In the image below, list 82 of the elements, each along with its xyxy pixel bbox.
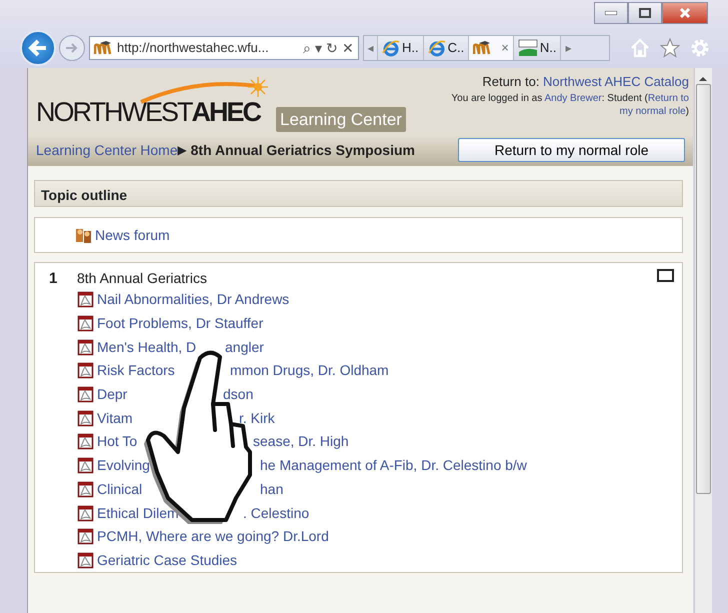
return-label: Return to: [482,74,540,89]
catalog-link[interactable]: Northwest AHEC Catalog [543,74,689,89]
breadcrumb-link[interactable]: Learning Center Home [36,140,178,160]
site-subtitle: Learning Center [276,106,406,132]
pdf-file-icon [77,480,94,498]
maximize-icon [639,8,651,18]
resource-link[interactable]: han [260,478,284,500]
resource-link[interactable]: Men's Health, D [97,336,196,358]
resource-link[interactable]: Foot Problems, Dr Stauffer [97,313,264,334]
return-role-button[interactable]: Return to my normal role [458,138,685,162]
tab-close-button[interactable]: × [501,38,509,58]
back-arrow-icon [28,39,48,57]
minimize-icon [605,11,617,15]
breadcrumb-separator: ▶ [178,142,187,159]
scrollbar[interactable] [694,68,712,613]
site-icon [473,41,492,55]
login-text: : Student ( [602,92,648,104]
pdf-file-icon [77,362,94,380]
resource-link[interactable]: Hot To [97,431,138,452]
pdf-file-icon [77,457,94,474]
resource-link[interactable]: Risk Factors [97,360,175,382]
resource-link[interactable]: r. Kirk [239,408,275,429]
resource-link[interactable]: Depr [97,384,128,406]
stop-icon[interactable]: ✕ [342,41,354,55]
section-number: 1 [48,269,58,289]
resource-link[interactable]: Evolving [97,455,150,476]
resource-link[interactable]: angler [225,336,264,358]
resource-link[interactable]: he Management of A-Fib, Dr. Celestino b/w [260,455,527,476]
back-button[interactable] [20,30,56,66]
pdf-file-icon [77,504,94,522]
logo-text: NORTHWEST [36,99,192,126]
forward-button[interactable] [59,35,85,61]
forward-arrow-icon [65,42,79,54]
browser-tab[interactable]: C.. [424,36,470,60]
forum-icon [75,226,92,244]
resource-link[interactable]: Ethical Dilem [97,502,179,524]
resource-link[interactable]: dson [223,384,254,406]
login-text: You are logged in as [451,92,544,104]
resource-link[interactable]: PCMH, Where are we going? Dr.Lord [97,526,329,548]
section-title: 8th Annual Geriatrics [77,269,208,288]
ahec-logo-icon [518,39,538,57]
site-icon [94,41,112,55]
pdf-file-icon [77,410,94,427]
browser-tab[interactable]: × [469,36,514,60]
resource-link[interactable]: sease, Dr. High [253,431,349,452]
address-bar[interactable]: http://northwestahec.wfu... ⌕ ▾ ↻ ✕ [89,36,359,60]
pdf-file-icon [77,315,94,332]
resource-link[interactable]: Clinical [97,478,142,500]
highlight-toggle[interactable] [657,269,674,282]
login-link[interactable]: Andy Brewer [544,92,602,104]
pdf-file-icon [77,338,94,356]
login-text: ) [686,106,689,117]
browser-e-icon [428,39,446,57]
browser-e-icon [382,39,400,57]
browser-tab[interactable]: H.. [378,36,424,60]
login-link[interactable]: my normal role [620,106,686,117]
pdf-file-icon [77,386,94,404]
topic-outline-header: Topic outline [34,180,683,207]
resource-link[interactable]: Nail Abnormalities, Dr Andrews [97,289,290,310]
scrollbar-thumb[interactable] [696,84,711,494]
refresh-icon[interactable]: ↻ [326,41,338,55]
login-link[interactable]: Return to [648,92,689,104]
resource-link[interactable]: Geriatric Case Studies [97,550,238,571]
resource-link[interactable]: . Celestino [243,502,310,524]
address-text: http://northwestahec.wfu... [117,39,269,58]
close-button[interactable] [662,2,708,24]
pdf-file-icon [77,528,94,546]
pdf-file-icon [77,552,94,569]
news-forum-link[interactable]: News forum [95,224,170,246]
resource-link[interactable]: Vitam [97,408,133,429]
logo-text: AHEC [192,99,260,126]
dropdown-icon[interactable]: ▾ [315,41,322,55]
search-icon[interactable]: ⌕ [303,41,311,55]
close-icon [679,7,691,19]
breadcrumb-current: 8th Annual Geriatrics Symposium [190,140,415,160]
pdf-file-icon [77,433,94,450]
star-icon[interactable] [660,38,680,58]
resource-link[interactable]: mmon Drugs, Dr. Oldham [230,360,389,382]
browser-tab[interactable]: N.. [514,36,562,60]
minimize-button[interactable] [594,2,628,24]
pdf-file-icon [77,291,94,308]
maximize-button[interactable] [628,2,662,24]
